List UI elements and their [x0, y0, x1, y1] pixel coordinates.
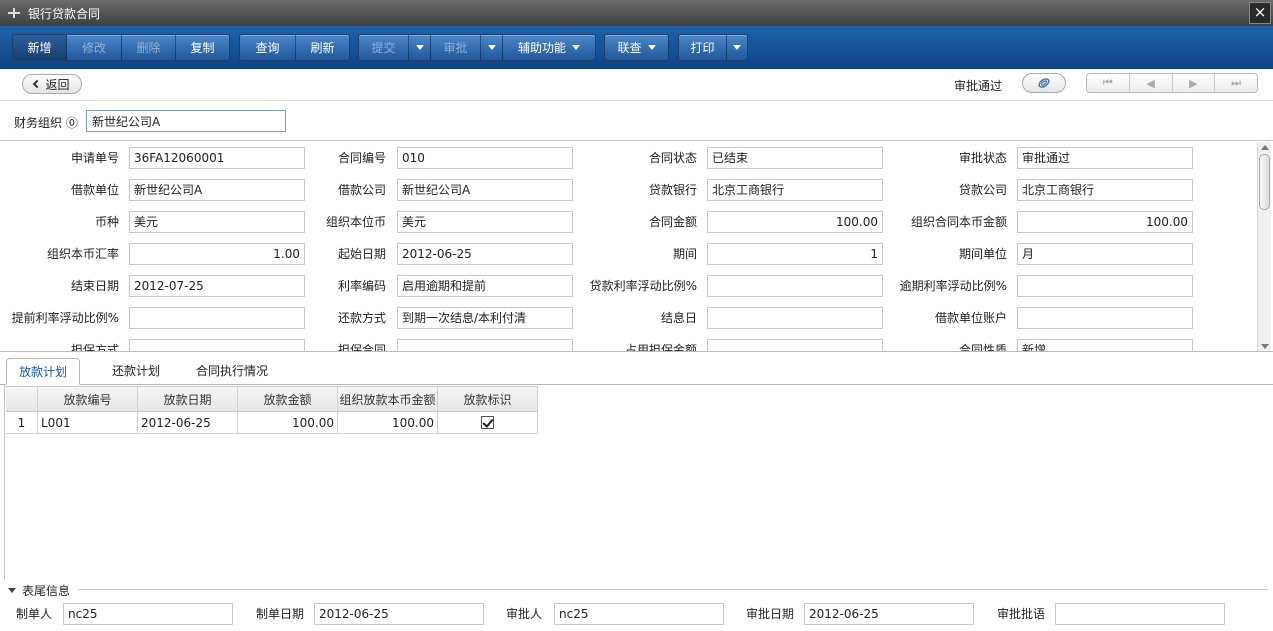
footer-label: 审批日期: [746, 607, 795, 621]
org-row: 财务组织 ⓪ 新世纪公司A: [0, 101, 1273, 141]
detail-tabs: 放款计划 还款计划 合同执行情况: [0, 354, 1273, 385]
chevron-left-icon: [33, 79, 42, 89]
submit-dropdown[interactable]: [409, 35, 431, 60]
attachment-button[interactable]: [1022, 73, 1066, 93]
window-titlebar: 银行贷款合同 ×: [0, 0, 1273, 26]
assist-functions-button[interactable]: 辅助功能: [503, 35, 595, 60]
cell-local-amount[interactable]: 100.00: [338, 412, 438, 433]
paperclip-icon: [1038, 78, 1050, 88]
cell-amount[interactable]: 100.00: [238, 412, 338, 433]
next-record-button[interactable]: ▶: [1173, 74, 1216, 92]
window-title: 银行贷款合同: [28, 6, 101, 21]
table-row[interactable]: 1 L001 2012-06-25 100.00 100.00: [6, 412, 538, 434]
add-button[interactable]: 新增: [13, 35, 67, 60]
grid-header-amount[interactable]: 放款金额: [238, 387, 338, 411]
form-input[interactable]: [1017, 275, 1193, 297]
contract-form: 申请单号 36FA12060001 合同编号 010 合同状态 已结束 审批状态 审批通过 借款…: [0, 142, 1273, 352]
disbursement-grid: 放款编号 放款日期 放款金额 组织放款本币金额 放款标识 1 L001 2012…: [6, 386, 538, 434]
tab-disbursement-plan[interactable]: 放款计划: [6, 358, 81, 385]
toolbar-group-query: 查询 刷新: [239, 34, 350, 61]
disbursement-flag-checkbox[interactable]: [481, 416, 494, 429]
row-index: 1: [6, 412, 38, 433]
footer-label: 审批人: [506, 607, 543, 621]
app-icon: [6, 7, 22, 19]
assist-functions-label: 辅助功能: [517, 41, 566, 55]
footer-title: 表尾信息: [22, 584, 71, 598]
form-input[interactable]: 新增: [1017, 339, 1193, 351]
cell-date[interactable]: 2012-06-25: [138, 412, 238, 433]
grid-header-date[interactable]: 放款日期: [138, 387, 238, 411]
form-label: 贷款公司: [958, 183, 1007, 197]
back-label: 返回: [45, 77, 70, 92]
refresh-button[interactable]: 刷新: [296, 35, 349, 60]
footer-divider: [78, 589, 1268, 590]
footer-section-toggle[interactable]: 表尾信息: [8, 582, 70, 599]
print-button[interactable]: 打印: [679, 35, 727, 60]
prev-record-button[interactable]: ◀: [1130, 74, 1173, 92]
org-input[interactable]: 新世纪公司A: [86, 110, 286, 132]
chevron-down-icon: [572, 45, 580, 50]
grid-header-local-amount[interactable]: 组织放款本币金额: [338, 387, 438, 411]
record-pager: ⏮ ◀ ▶ ⏭: [1086, 73, 1258, 93]
form-label: 合同性质: [958, 343, 1007, 352]
form-label: 借款单位账户: [934, 311, 1007, 325]
toolbar-group-edit: 新增 修改 删除 复制: [12, 34, 230, 61]
grid-header-index: [6, 387, 38, 411]
chevron-down-icon: [487, 45, 496, 50]
cell-code[interactable]: L001: [38, 412, 138, 433]
form-input[interactable]: 审批通过: [1017, 147, 1193, 169]
print-dropdown[interactable]: [727, 35, 747, 60]
form-input[interactable]: 100.00: [1017, 211, 1193, 233]
scroll-up-icon: [1261, 145, 1269, 150]
scroll-thumb[interactable]: [1259, 154, 1270, 210]
form-label: 逾期利率浮动比例%: [899, 279, 1007, 293]
org-label: 财务组织 ⓪: [14, 116, 78, 130]
footer-input[interactable]: 2012-06-25: [314, 603, 484, 625]
grid-header-code[interactable]: 放款编号: [38, 387, 138, 411]
form-label: 组织合同本币金额: [910, 215, 1007, 229]
approve-button[interactable]: 审批: [431, 35, 481, 60]
footer-input[interactable]: nc25: [554, 603, 724, 625]
footer-label: 制单人: [16, 607, 53, 621]
cell-flag: [438, 412, 538, 433]
grid-header-flag[interactable]: 放款标识: [438, 387, 538, 411]
modify-button[interactable]: 修改: [67, 35, 122, 60]
footer-label: 制单日期: [256, 607, 305, 621]
form-input[interactable]: 北京工商银行: [1017, 179, 1193, 201]
footer-input[interactable]: [1055, 603, 1225, 625]
link-query-button[interactable]: 联查: [605, 35, 668, 60]
footer-label: 审批批语: [997, 607, 1046, 621]
form-input[interactable]: 月: [1017, 243, 1193, 265]
grid-header: 放款编号 放款日期 放款金额 组织放款本币金额 放款标识: [6, 386, 538, 412]
chevron-down-icon: [647, 45, 656, 50]
last-record-button[interactable]: ⏭: [1215, 74, 1257, 92]
tab-repayment-plan[interactable]: 还款计划: [100, 358, 172, 385]
chevron-down-icon: [415, 45, 424, 50]
copy-button[interactable]: 复制: [176, 35, 229, 60]
first-record-button[interactable]: ⏮: [1087, 74, 1130, 92]
toolbar-group-link: 联查: [604, 34, 669, 61]
collapse-triangle-icon: [8, 588, 16, 593]
footer-input[interactable]: nc25: [63, 603, 233, 625]
form-label: 审批状态: [958, 151, 1007, 165]
toolbar-group-workflow: 提交 审批 辅助功能: [358, 34, 596, 61]
delete-button[interactable]: 删除: [122, 35, 176, 60]
back-button[interactable]: 返回: [22, 74, 82, 94]
nav-row: 返回 审批通过 ⏮ ◀ ▶ ⏭: [0, 69, 1273, 101]
scroll-down-icon: [1261, 344, 1269, 349]
submit-button[interactable]: 提交: [359, 35, 409, 60]
link-query-label: 联查: [617, 41, 642, 55]
toolbar: 新增 修改 删除 复制 查询 刷新 提交 审批 辅助功能 联查 打印: [0, 26, 1273, 69]
toolbar-group-print: 打印: [678, 34, 748, 61]
approval-status-text: 审批通过: [954, 79, 1003, 93]
tab-contract-execution[interactable]: 合同执行情况: [184, 358, 280, 385]
footer-input[interactable]: 2012-06-25: [804, 603, 974, 625]
query-button[interactable]: 查询: [240, 35, 296, 60]
chevron-down-icon: [733, 45, 741, 50]
form-input[interactable]: [1017, 307, 1193, 329]
form-label: 期间单位: [958, 247, 1007, 261]
approve-dropdown[interactable]: [481, 35, 503, 60]
close-button[interactable]: ×: [1249, 2, 1271, 24]
form-scrollbar[interactable]: [1257, 142, 1271, 351]
